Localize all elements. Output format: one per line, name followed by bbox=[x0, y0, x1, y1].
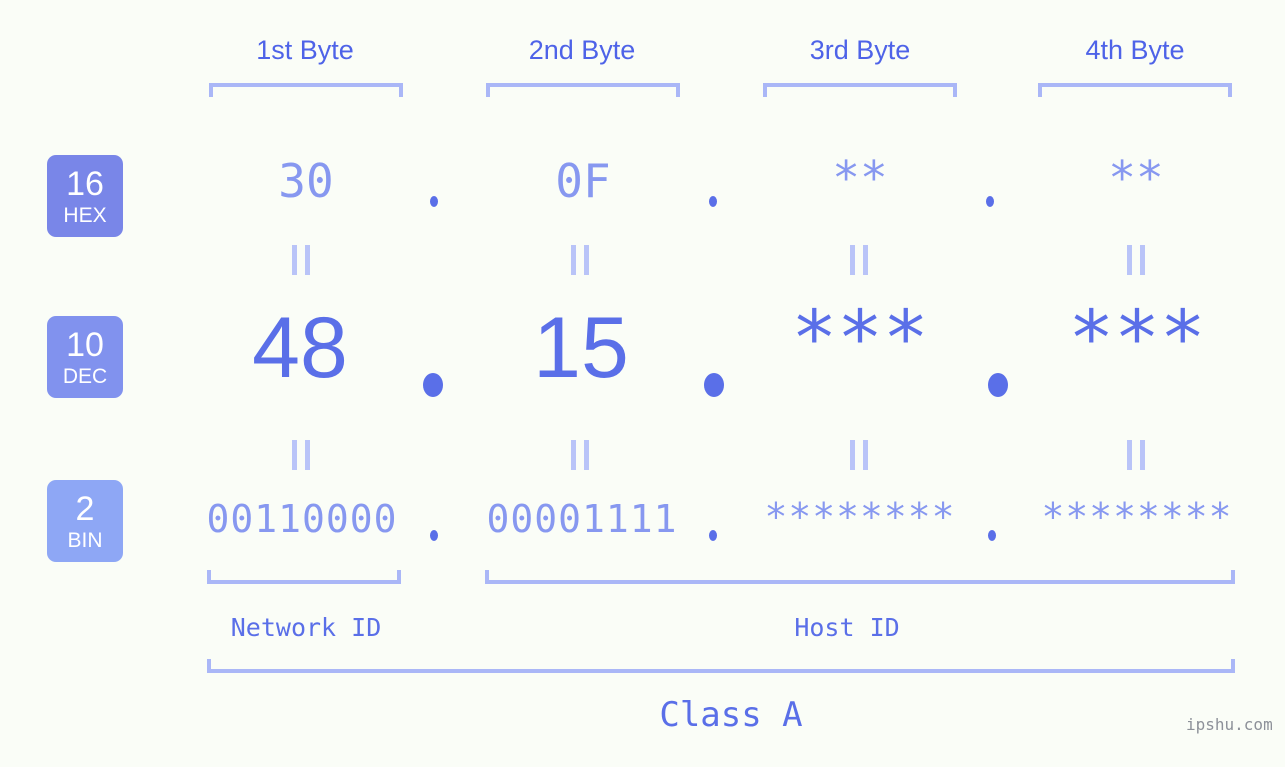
network-id-bracket-top bbox=[207, 570, 401, 584]
dec-separator-dot-3 bbox=[988, 373, 1008, 397]
bin-separator-dot-2 bbox=[709, 530, 717, 541]
equals-mark-dec-bin-2 bbox=[571, 440, 589, 470]
dec-value-byte-2: 15 bbox=[533, 300, 629, 396]
base-badge-dec: 10 DEC bbox=[47, 316, 123, 398]
host-id-label: Host ID bbox=[794, 613, 900, 642]
hex-value-byte-3: ** bbox=[832, 151, 888, 205]
bin-value-byte-3: ******** bbox=[764, 495, 956, 539]
base-badge-bin: 2 BIN bbox=[47, 480, 123, 562]
hex-separator-dot-3 bbox=[986, 196, 994, 207]
base-badge-hex: 16 HEX bbox=[47, 155, 123, 237]
dec-value-byte-4: *** bbox=[1068, 293, 1206, 382]
equals-mark-dec-bin-3 bbox=[850, 440, 868, 470]
hex-separator-dot-1 bbox=[430, 196, 438, 207]
base-badge-hex-name: HEX bbox=[63, 203, 107, 227]
base-badge-dec-name: DEC bbox=[62, 364, 108, 388]
ip-address-breakdown-diagram: 1st Byte 2nd Byte 3rd Byte 4th Byte 16 H… bbox=[0, 0, 1285, 767]
class-label: Class A bbox=[659, 695, 803, 735]
hex-value-byte-4: ** bbox=[1108, 151, 1164, 205]
hex-value-byte-2: 0F bbox=[555, 154, 611, 208]
equals-mark-dec-bin-4 bbox=[1127, 440, 1145, 470]
byte-bracket-1 bbox=[209, 83, 403, 97]
base-badge-bin-name: BIN bbox=[67, 528, 103, 552]
bin-separator-dot-3 bbox=[988, 530, 996, 541]
dec-value-byte-1: 48 bbox=[252, 300, 348, 396]
dec-value-byte-3: *** bbox=[791, 293, 929, 382]
byte-bracket-2 bbox=[486, 83, 680, 97]
byte-bracket-4 bbox=[1038, 83, 1232, 97]
equals-mark-hex-dec-4 bbox=[1127, 245, 1145, 275]
watermark-text: ipshu.com bbox=[1186, 715, 1273, 734]
equals-mark-hex-dec-2 bbox=[571, 245, 589, 275]
byte-header-label-4: 4th Byte bbox=[1085, 35, 1185, 65]
hex-separator-dot-2 bbox=[709, 196, 717, 207]
network-id-label: Network ID bbox=[230, 613, 382, 642]
bin-value-byte-1: 00110000 bbox=[206, 497, 398, 541]
byte-header-label-2: 2nd Byte bbox=[528, 35, 636, 65]
byte-bracket-3 bbox=[763, 83, 957, 97]
base-badge-hex-number: 16 bbox=[66, 164, 104, 203]
hex-value-byte-1: 30 bbox=[278, 154, 334, 208]
class-bracket bbox=[207, 659, 1235, 673]
base-badge-bin-number: 2 bbox=[75, 489, 95, 528]
equals-mark-dec-bin-1 bbox=[292, 440, 310, 470]
equals-mark-hex-dec-1 bbox=[292, 245, 310, 275]
host-id-bracket-top bbox=[485, 570, 1235, 584]
equals-mark-hex-dec-3 bbox=[850, 245, 868, 275]
bin-separator-dot-1 bbox=[430, 530, 438, 541]
base-badge-dec-number: 10 bbox=[66, 325, 104, 364]
bin-value-byte-4: ******** bbox=[1041, 495, 1233, 539]
byte-header-label-1: 1st Byte bbox=[256, 35, 354, 65]
dec-separator-dot-2 bbox=[704, 373, 724, 397]
bin-value-byte-2: 00001111 bbox=[486, 497, 678, 541]
byte-header-label-3: 3rd Byte bbox=[809, 35, 911, 65]
dec-separator-dot-1 bbox=[423, 373, 443, 397]
